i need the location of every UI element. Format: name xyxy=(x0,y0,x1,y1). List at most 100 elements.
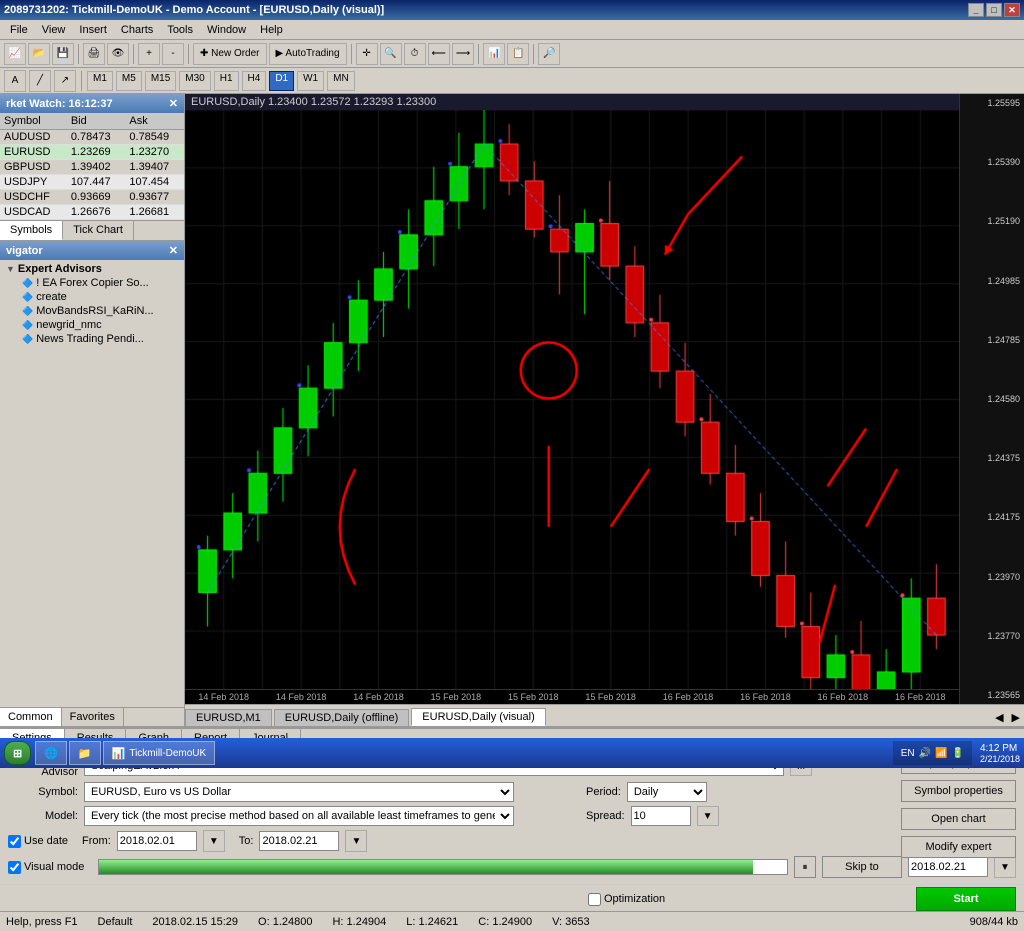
market-watch-row[interactable]: AUDUSD 0.78473 0.78549 xyxy=(0,130,184,145)
tree-ea-1[interactable]: 🔷 ! EA Forex Copier So... xyxy=(2,276,182,290)
autotrading-button[interactable]: ▶ AutoTrading xyxy=(269,43,347,65)
tf-w1[interactable]: W1 xyxy=(297,71,324,91)
new-order-button[interactable]: ✚ New Order xyxy=(193,43,267,65)
tab-common[interactable]: Common xyxy=(0,708,62,726)
tf-m5[interactable]: M5 xyxy=(116,71,142,91)
tf-m30[interactable]: M30 xyxy=(179,71,210,91)
chart-shift-button[interactable]: ⟶ xyxy=(452,43,474,65)
zoom-button[interactable]: 🔍 xyxy=(380,43,402,65)
tf-h4[interactable]: H4 xyxy=(242,71,267,91)
from-date-input[interactable] xyxy=(117,831,197,851)
tree-ea-3[interactable]: 🔷 MovBandsRSI_KaRiN... xyxy=(2,304,182,318)
line-tool[interactable]: ╱ xyxy=(29,70,51,92)
chart-tab-daily-offline[interactable]: EURUSD,Daily (offline) xyxy=(274,709,410,726)
spread-input[interactable] xyxy=(631,806,691,826)
skip-to-button[interactable]: Skip to xyxy=(822,856,902,878)
tab-favorites[interactable]: Favorites xyxy=(62,708,124,726)
tree-expert-advisors[interactable]: ▼ Expert Advisors xyxy=(2,262,182,276)
to-date-btn[interactable]: ▼ xyxy=(345,830,367,852)
pause-button[interactable]: ⏸ xyxy=(794,856,816,878)
market-watch-close[interactable]: ✕ xyxy=(169,97,178,110)
maximize-button[interactable]: □ xyxy=(986,3,1002,17)
new-chart-button[interactable]: 📈 xyxy=(4,43,26,65)
indicators-button[interactable]: 📊 xyxy=(483,43,505,65)
minimize-button[interactable]: _ xyxy=(968,3,984,17)
chart-with-scale: EURUSD,Daily 1.23400 1.23572 1.23293 1.2… xyxy=(185,94,1024,704)
cursor-tool[interactable]: A xyxy=(4,70,26,92)
market-watch-row[interactable]: GBPUSD 1.39402 1.39407 xyxy=(0,160,184,175)
taskbar-explorer-button[interactable]: 📁 xyxy=(69,741,101,765)
symbol-properties-btn[interactable]: Symbol properties xyxy=(901,780,1016,802)
spread-label: Spread: xyxy=(586,810,625,822)
symbol-dropdown[interactable]: EURUSD, Euro vs US Dollar xyxy=(84,782,514,802)
menu-view[interactable]: View xyxy=(36,22,72,38)
tf-h1[interactable]: H1 xyxy=(214,71,239,91)
zoom-out-button[interactable]: - xyxy=(162,43,184,65)
tab-tick-chart[interactable]: Tick Chart xyxy=(63,221,134,240)
optimization-checkbox[interactable] xyxy=(588,893,601,906)
save-button[interactable]: 💾 xyxy=(52,43,74,65)
spread-dropdown-btn[interactable]: ▼ xyxy=(697,806,719,826)
open-chart-btn[interactable]: Open chart xyxy=(901,808,1016,830)
symbol-label: Symbol: xyxy=(8,786,78,798)
chart-scroll-button[interactable]: ⟵ xyxy=(428,43,450,65)
tree-ea-5[interactable]: 🔷 News Trading Pendi... xyxy=(2,332,182,346)
menu-window[interactable]: Window xyxy=(201,22,252,38)
status-volume: V: 3653 xyxy=(552,916,590,928)
chart-area[interactable]: EURUSD,Daily 1.23400 1.23572 1.23293 1.2… xyxy=(185,94,959,704)
title-bar-controls[interactable]: _ □ ✕ xyxy=(968,3,1020,17)
taskbar-ie-button[interactable]: 🌐 xyxy=(35,741,67,765)
close-button[interactable]: ✕ xyxy=(1004,3,1020,17)
menu-tools[interactable]: Tools xyxy=(161,22,199,38)
templates-button[interactable]: 📋 xyxy=(507,43,529,65)
menu-help[interactable]: Help xyxy=(254,22,289,38)
chart-canvas-area[interactable] xyxy=(185,110,959,689)
col-ask: Ask xyxy=(125,113,184,130)
print-preview-button[interactable]: 👁 xyxy=(107,43,129,65)
chart-tab-nav-right[interactable]: ▶ xyxy=(1008,709,1024,726)
tf-d1[interactable]: D1 xyxy=(269,71,294,91)
market-watch-row[interactable]: USDCHF 0.93669 0.93677 xyxy=(0,190,184,205)
toolbar-drawing: A ╱ ↗ M1 M5 M15 M30 H1 H4 D1 W1 MN xyxy=(0,68,1024,94)
modify-expert-btn[interactable]: Modify expert xyxy=(901,836,1016,858)
market-watch-row[interactable]: USDJPY 107.447 107.454 xyxy=(0,175,184,190)
open-button[interactable]: 📂 xyxy=(28,43,50,65)
crosshair-button[interactable]: ✛ xyxy=(356,43,378,65)
from-date-btn[interactable]: ▼ xyxy=(203,830,225,852)
market-watch-row[interactable]: USDCAD 1.26676 1.26681 xyxy=(0,205,184,220)
candlestick-chart[interactable] xyxy=(185,110,959,689)
chart-tab-daily-visual[interactable]: EURUSD,Daily (visual) xyxy=(411,708,545,726)
chart-tab-m1[interactable]: EURUSD,M1 xyxy=(185,709,272,726)
tree-ea-4[interactable]: 🔷 newgrid_nmc xyxy=(2,318,182,332)
market-watch-row[interactable]: EURUSD 1.23269 1.23270 xyxy=(0,145,184,160)
status-profile: Default xyxy=(98,916,133,928)
model-dropdown[interactable]: Every tick (the most precise method base… xyxy=(84,806,514,826)
tree-ea-2[interactable]: 🔷 create xyxy=(2,290,182,304)
search-button[interactable]: 🔎 xyxy=(538,43,560,65)
zoom-in-button[interactable]: + xyxy=(138,43,160,65)
chart-tab-nav-left[interactable]: ◀ xyxy=(991,709,1007,726)
navigator-close[interactable]: ✕ xyxy=(169,244,178,257)
taskbar-mt4-button[interactable]: 📊 Tickmill-DemoUK xyxy=(103,741,216,765)
use-date-checkbox[interactable] xyxy=(8,835,21,848)
mw-bid: 0.93669 xyxy=(67,190,126,205)
arrow-tool[interactable]: ↗ xyxy=(54,70,76,92)
sep5 xyxy=(478,44,479,64)
tf-m1[interactable]: M1 xyxy=(87,71,113,91)
tab-symbols[interactable]: Symbols xyxy=(0,221,63,240)
tf-m15[interactable]: M15 xyxy=(145,71,176,91)
menu-charts[interactable]: Charts xyxy=(115,22,159,38)
period-button[interactable]: ⏱ xyxy=(404,43,426,65)
print-button[interactable]: 🖨 xyxy=(83,43,105,65)
visual-mode-checkbox[interactable] xyxy=(8,861,21,874)
menu-file[interactable]: File xyxy=(4,22,34,38)
start-button[interactable]: Start xyxy=(916,887,1016,911)
to-date-input[interactable] xyxy=(259,831,339,851)
sep3 xyxy=(188,44,189,64)
menu-insert[interactable]: Insert xyxy=(73,22,113,38)
start-menu-button[interactable]: ⊞ xyxy=(4,741,31,765)
visual-mode-label: Visual mode xyxy=(24,861,84,873)
mt4-icon: 📊 xyxy=(112,747,126,760)
period-dropdown[interactable]: Daily xyxy=(627,782,707,802)
tf-mn[interactable]: MN xyxy=(327,71,355,91)
